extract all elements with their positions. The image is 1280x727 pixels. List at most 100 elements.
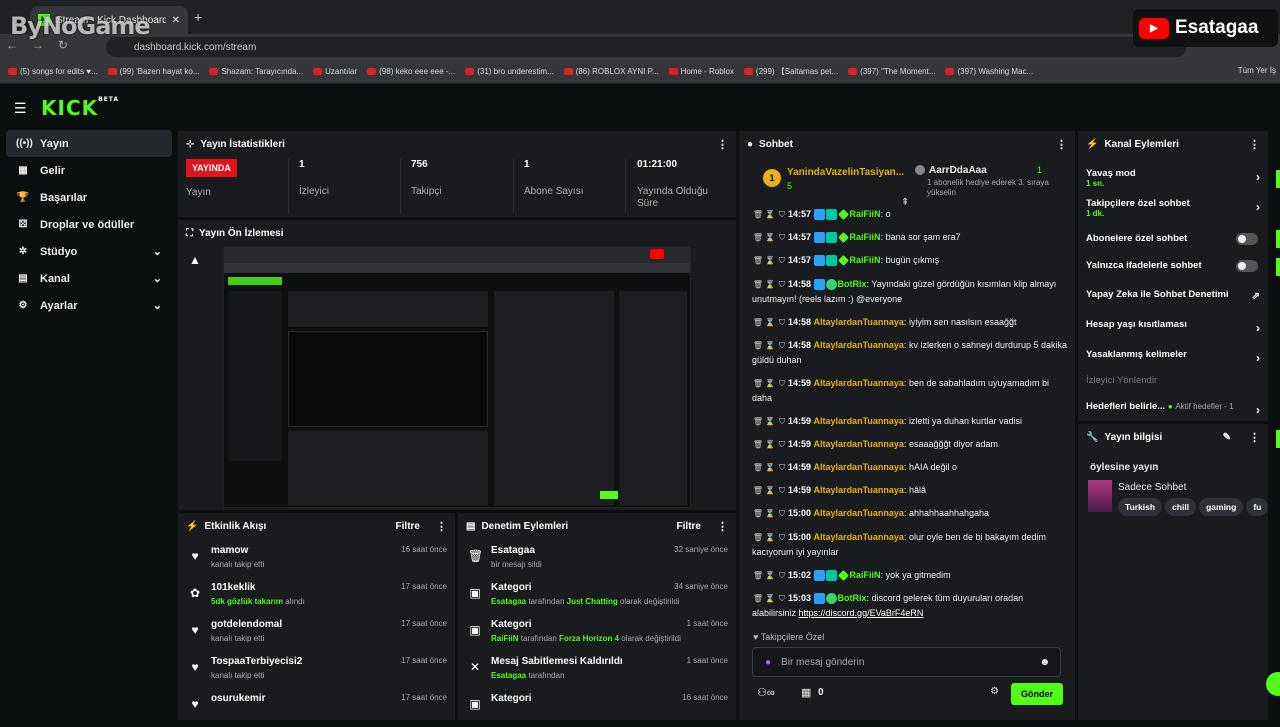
edit-icon[interactable]: ✎ [1223,432,1231,443]
close-tab-icon[interactable]: ✕ [172,15,180,26]
message-username[interactable]: AltaylardanTuannaya [814,317,904,327]
stream-tag[interactable]: gaming [1199,498,1244,516]
message-username[interactable]: RaiFiiN [850,209,881,219]
moderation-menu-icon[interactable]: ⋮ [717,520,728,533]
ban-icon[interactable]: ⛉ [776,414,788,429]
delete-icon[interactable]: 🗑 [752,568,764,583]
ban-icon[interactable]: ⛉ [776,437,788,452]
message-username[interactable]: AltaylardanTuannaya [814,508,904,518]
message-username[interactable]: AltaylardanTuannaya [814,439,904,449]
timeout-icon[interactable]: ⌛ [764,530,776,545]
bookmark-item[interactable]: (99) 'Bazen hayat ko... [107,67,199,76]
delete-icon[interactable]: 🗑 [752,230,764,245]
goals-item[interactable]: Hedefleri belirle... ● Aktif hedefler - … [1086,401,1260,417]
gifter-name[interactable]: AarrDdaAaa [929,165,987,176]
timeout-icon[interactable]: ⌛ [764,253,776,268]
slow-mode-item[interactable]: Yavaş mod 1 sn. › [1086,168,1260,188]
sidebar-item-kanal[interactable]: ▤ Kanal ⌄ [6,265,172,292]
ban-icon[interactable]: ⛉ [776,376,788,391]
sidebar-item-ayarlar[interactable]: ⚙ Ayarlar ⌄ [6,292,172,319]
delete-icon[interactable]: 🗑 [752,530,764,545]
bookmark-item[interactable]: (397) "The Moment... [848,67,935,76]
message-username[interactable]: BotRix [838,593,867,603]
timeout-icon[interactable]: ⌛ [764,568,776,583]
points-icon[interactable]: ⚇∞ [757,686,775,699]
bookmark-item[interactable]: (31) bro underestim... [465,67,554,76]
sidebar-item-droplar-ve-ödüller[interactable]: ⚄ Droplar ve ödüller [6,211,172,238]
bookmark-item[interactable]: (5) songs for edits ♥... [8,67,98,76]
bookmark-item[interactable]: (98) keko eee eee -... [367,67,455,76]
followers-chat-item[interactable]: Takipçilere özel sohbet 1 dk. › [1086,198,1260,218]
banned-words-item[interactable]: Yasaklanmış kelimeler › [1086,349,1260,365]
sidebar-item-stüdyo[interactable]: ✲ Stüdyo ⌄ [6,238,172,265]
bookmarks-folder[interactable]: Tüm Yer İş [1238,66,1276,75]
timeout-icon[interactable]: ⌛ [764,376,776,391]
timeout-icon[interactable]: ⌛ [764,460,776,475]
category-name[interactable]: Sadece Sohbet [1118,482,1186,493]
stream-info-menu-icon[interactable]: ⋮ [1249,431,1260,444]
ban-icon[interactable]: ⛉ [776,460,788,475]
activity-filter-button[interactable]: Filtre [396,521,420,532]
chat-settings-icon[interactable]: ⚙ [990,686,999,697]
message-username[interactable]: AltaylardanTuannaya [814,340,904,350]
delete-icon[interactable]: 🗑 [752,277,764,292]
ban-icon[interactable]: ⛉ [776,253,788,268]
timeout-icon[interactable]: ⌛ [764,483,776,498]
moderation-filter-button[interactable]: Filtre [677,521,701,532]
actions-menu-icon[interactable]: ⋮ [1249,138,1260,151]
message-username[interactable]: AltaylardanTuannaya [814,416,904,426]
activity-username[interactable]: TospaaTerbiyecisi2 [211,656,302,667]
delete-icon[interactable]: 🗑 [752,483,764,498]
ban-icon[interactable]: ⛉ [776,506,788,521]
delete-icon[interactable]: 🗑 [752,460,764,475]
message-username[interactable]: AltaylardanTuannaya [814,378,904,388]
new-tab-icon[interactable]: + [194,9,202,25]
bookmark-item[interactable]: (86) ROBLOX AYNI P... [563,67,659,76]
delete-icon[interactable]: 🗑 [752,253,764,268]
delete-icon[interactable]: 🗑 [752,414,764,429]
url-input[interactable]: dashboard.kick.com/stream [106,37,1186,57]
timeout-icon[interactable]: ⌛ [764,414,776,429]
activity-username[interactable]: osurukemir [211,693,265,704]
top-user[interactable]: YanindaVazelinTasiyan... [787,167,904,178]
activity-username[interactable]: mamow [211,545,248,556]
bookmark-item[interactable]: Home - Roblox [668,67,734,76]
bookmark-item[interactable]: Shazam: Tarayıcında... [209,67,303,76]
back-icon[interactable]: ← [6,38,18,52]
timeout-icon[interactable]: ⌛ [764,230,776,245]
floating-action-button[interactable] [1266,672,1280,696]
activity-menu-icon[interactable]: ⋮ [436,520,447,533]
bookmark-item[interactable]: (397) Washing Mac... [945,67,1033,76]
message-username[interactable]: RaiFiiN [850,570,881,580]
delete-icon[interactable]: 🗑 [752,338,764,353]
stream-tag[interactable]: chill [1165,498,1197,516]
message-link[interactable]: https://discord.gg/EVaBrF4eRN [799,608,924,618]
message-username[interactable]: AltaylardanTuannaya [814,532,904,542]
delete-icon[interactable]: 🗑 [752,506,764,521]
message-username[interactable]: RaiFiiN [850,255,881,265]
activity-username[interactable]: gotdelendomal [211,619,282,630]
timeout-icon[interactable]: ⌛ [764,207,776,222]
chat-menu-icon[interactable]: ⋮ [1056,138,1067,151]
viewer-redirect-item[interactable]: İzleyici Yönlendir [1086,375,1260,386]
ban-icon[interactable]: ⛉ [776,568,788,583]
kick-logo[interactable]: KICKBETA [41,96,119,120]
ai-moderation-item[interactable]: Yapay Zeka ile Sohbet Denetimi ⇗ [1086,289,1260,302]
moderator-name[interactable]: Esatagaa [491,671,526,680]
delete-icon[interactable]: 🗑 [752,437,764,452]
timeout-icon[interactable]: ⌛ [764,277,776,292]
sidebar-item-başarılar[interactable]: 🏆 Başarılar [6,184,172,211]
sidebar-item-gelir[interactable]: ▦ Gelir [6,157,172,184]
ban-icon[interactable]: ⛉ [776,530,788,545]
message-username[interactable]: AltaylardanTuannaya [814,485,904,495]
delete-icon[interactable]: 🗑 [752,207,764,222]
send-button[interactable]: Gönder [1010,683,1063,705]
message-username[interactable]: RaiFiiN [850,232,881,242]
ban-icon[interactable]: ⛉ [776,207,788,222]
emote-chat-toggle[interactable] [1236,260,1258,272]
stream-tag[interactable]: fu [1246,498,1268,516]
subs-chat-toggle[interactable] [1236,233,1258,245]
moderator-name[interactable]: RaiFiiN [491,634,519,643]
stream-tag[interactable]: Turkish [1118,498,1163,516]
sidebar-item-yayın[interactable]: ((•)) Yayın [6,130,172,157]
